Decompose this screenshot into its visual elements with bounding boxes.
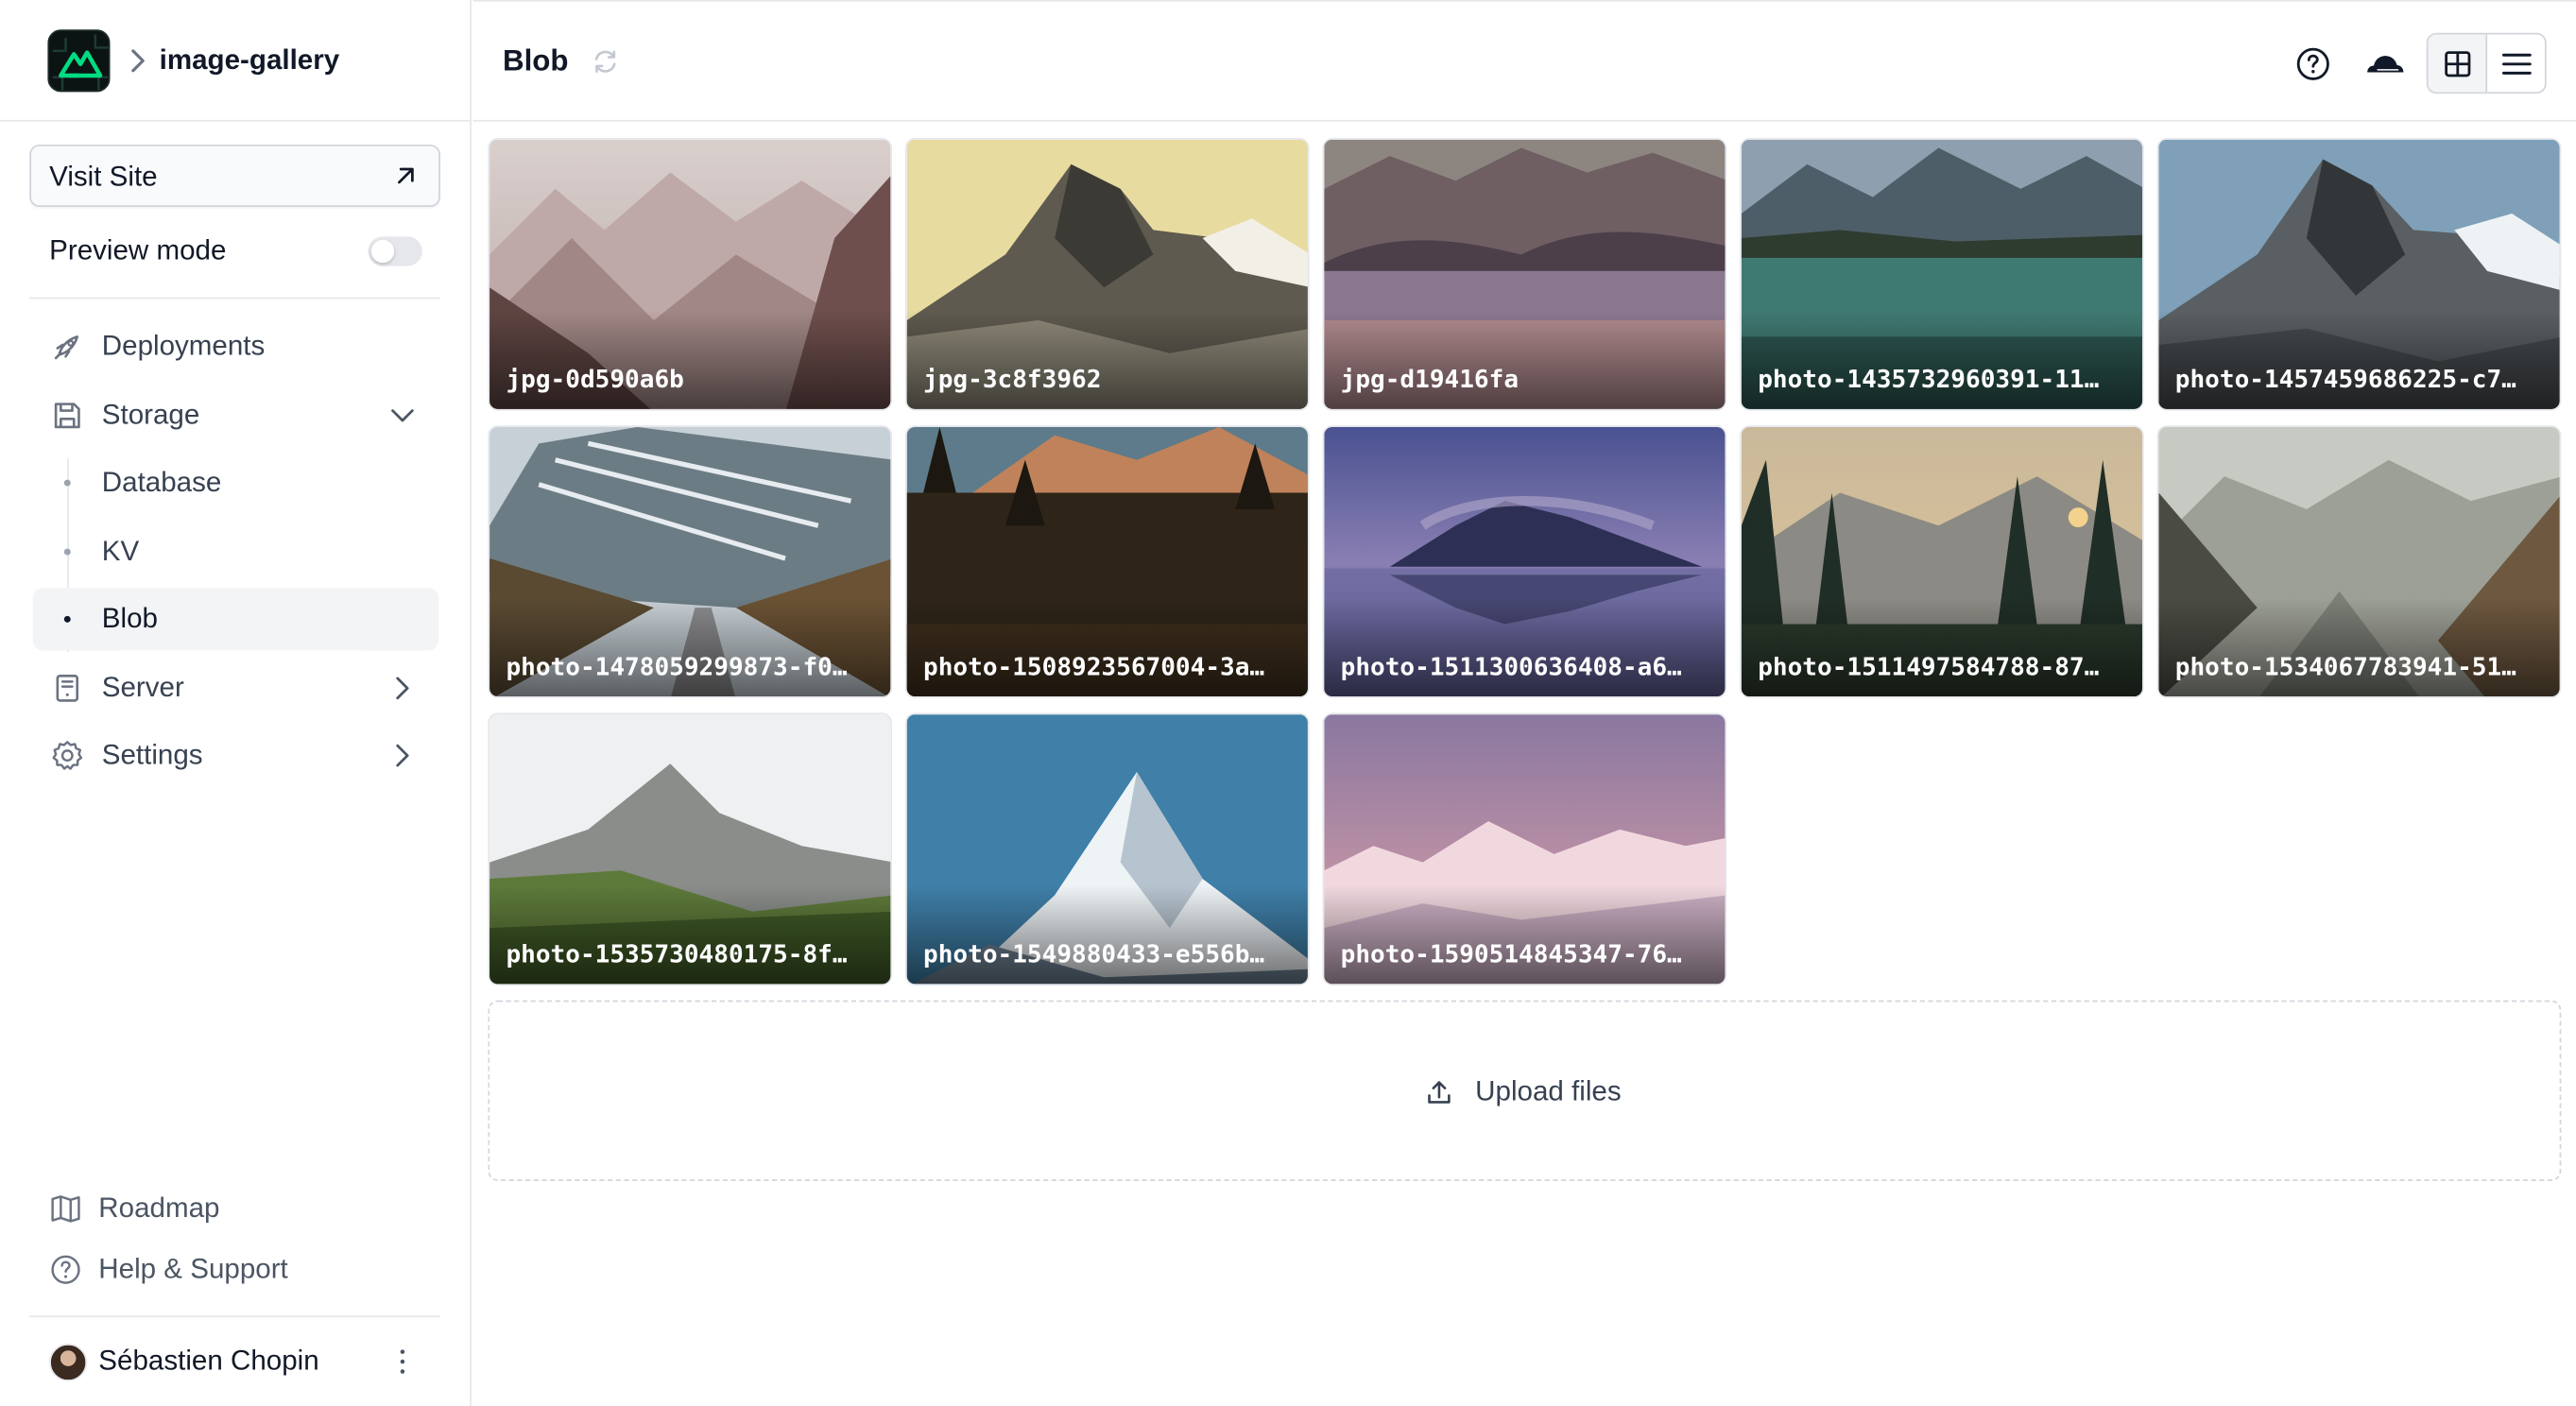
blob-filename: photo-1549880433-e556b…: [923, 939, 1265, 969]
sidebar-item-label: KV: [101, 535, 140, 567]
blob-tile[interactable]: photo-1590514845347-76…: [1322, 712, 1727, 986]
blob-filename: photo-1435732960391-11…: [1758, 364, 2100, 395]
user-name[interactable]: Sébastien Chopin: [98, 1346, 318, 1379]
bullet-icon: [63, 548, 71, 556]
blob-filename: jpg-0d590a6b: [506, 364, 684, 395]
blob-filename: photo-1457459686225-c7…: [2174, 364, 2516, 395]
sidebar-item-label: Blob: [101, 602, 158, 634]
blob-tile[interactable]: jpg-0d590a6b: [488, 138, 893, 411]
sidebar-item-label: Server: [101, 671, 184, 703]
sidebar-item-label: Settings: [101, 739, 203, 771]
blob-tile[interactable]: photo-1511300636408-a6…: [1322, 425, 1727, 698]
blob-filename: photo-1478059299873-f0…: [506, 652, 848, 682]
chevron-down-icon: [391, 409, 414, 422]
blob-tile[interactable]: photo-1549880433-e556b…: [904, 712, 1310, 986]
visit-site-label: Visit Site: [49, 161, 158, 193]
avatar: [49, 1343, 88, 1381]
more-vertical-icon[interactable]: [387, 1346, 417, 1379]
sidebar-header: image-gallery: [0, 0, 472, 122]
nuxthub-logo-icon[interactable]: [47, 29, 111, 93]
blob-filename: jpg-3c8f3962: [923, 364, 1102, 395]
blob-tile[interactable]: photo-1535730480175-8f…: [488, 712, 893, 986]
help-support-label: Help & Support: [98, 1253, 288, 1285]
list-icon: [2501, 53, 2532, 75]
blob-filename: photo-1511300636408-a6…: [1340, 652, 1682, 682]
chevron-right-icon: [131, 49, 145, 73]
upload-files-dropzone[interactable]: Upload files: [488, 1000, 2562, 1181]
grid-view-button[interactable]: [2428, 34, 2488, 93]
server-icon: [56, 675, 79, 702]
blob-tile[interactable]: jpg-d19416fa: [1322, 138, 1727, 411]
sidebar: image-gallery Visit Site Preview mode De…: [0, 0, 472, 1406]
page-header: Blob: [472, 0, 2576, 122]
blob-tile[interactable]: photo-1478059299873-f0…: [488, 425, 893, 698]
page-title: Blob: [502, 43, 569, 77]
sidebar-item-settings[interactable]: Settings: [33, 725, 438, 787]
question-circle-icon[interactable]: [2295, 46, 2331, 82]
blob-filename: photo-1534067783941-51…: [2174, 652, 2516, 682]
preview-mode-toggle[interactable]: [368, 236, 422, 266]
roadmap-label: Roadmap: [98, 1192, 220, 1225]
blob-tile[interactable]: photo-1534067783941-51…: [2156, 425, 2562, 698]
sidebar-item-storage[interactable]: Storage: [33, 385, 438, 447]
question-circle-icon: [51, 1255, 80, 1284]
cloudflare-icon[interactable]: [2362, 47, 2409, 80]
blob-tile[interactable]: photo-1508923567004-3a…: [904, 425, 1310, 698]
upload-files-label: Upload files: [1475, 1075, 1622, 1107]
project-name[interactable]: image-gallery: [160, 44, 340, 77]
chevron-right-icon: [396, 744, 409, 767]
bullet-icon: [63, 615, 71, 623]
divider: [29, 297, 440, 300]
sidebar-item-database[interactable]: Database: [33, 452, 438, 514]
blob-filename: photo-1590514845347-76…: [1340, 939, 1682, 969]
chevron-right-icon: [396, 677, 409, 700]
blob-filename: jpg-d19416fa: [1340, 364, 1520, 395]
blob-tile[interactable]: photo-1511497584788-87…: [1740, 425, 2144, 698]
view-mode-toggle: [2426, 32, 2547, 94]
sidebar-item-label: Storage: [101, 399, 200, 431]
divider: [29, 1315, 440, 1318]
blob-tile[interactable]: photo-1457459686225-c7…: [2156, 138, 2562, 411]
blob-filename: photo-1511497584788-87…: [1758, 652, 2100, 682]
refresh-icon[interactable]: [592, 47, 620, 76]
sidebar-item-deployments[interactable]: Deployments: [33, 316, 438, 378]
sidebar-item-blob[interactable]: Blob: [32, 588, 439, 651]
bullet-icon: [63, 479, 71, 487]
toggle-knob: [370, 239, 395, 264]
arrow-up-right-icon: [398, 167, 414, 184]
blob-filename: photo-1535730480175-8f…: [506, 939, 848, 969]
gear-icon: [52, 741, 83, 770]
upload-icon: [1428, 1081, 1451, 1104]
blob-filename: photo-1508923567004-3a…: [923, 652, 1265, 682]
sidebar-item-label: Database: [101, 466, 222, 498]
rocket-icon: [54, 335, 79, 360]
map-icon: [51, 1195, 80, 1223]
grid-icon: [2445, 51, 2471, 77]
blob-tile[interactable]: jpg-3c8f3962: [904, 138, 1310, 411]
sidebar-item-label: Deployments: [101, 330, 266, 362]
floppy-disk-icon: [54, 403, 80, 429]
sidebar-item-kv[interactable]: KV: [33, 521, 438, 583]
sidebar-item-server[interactable]: Server: [33, 657, 438, 719]
list-view-button[interactable]: [2487, 35, 2545, 93]
blob-tile[interactable]: photo-1435732960391-11…: [1740, 138, 2144, 411]
preview-mode-label: Preview mode: [49, 234, 227, 266]
visit-site-button[interactable]: Visit Site: [29, 144, 440, 208]
